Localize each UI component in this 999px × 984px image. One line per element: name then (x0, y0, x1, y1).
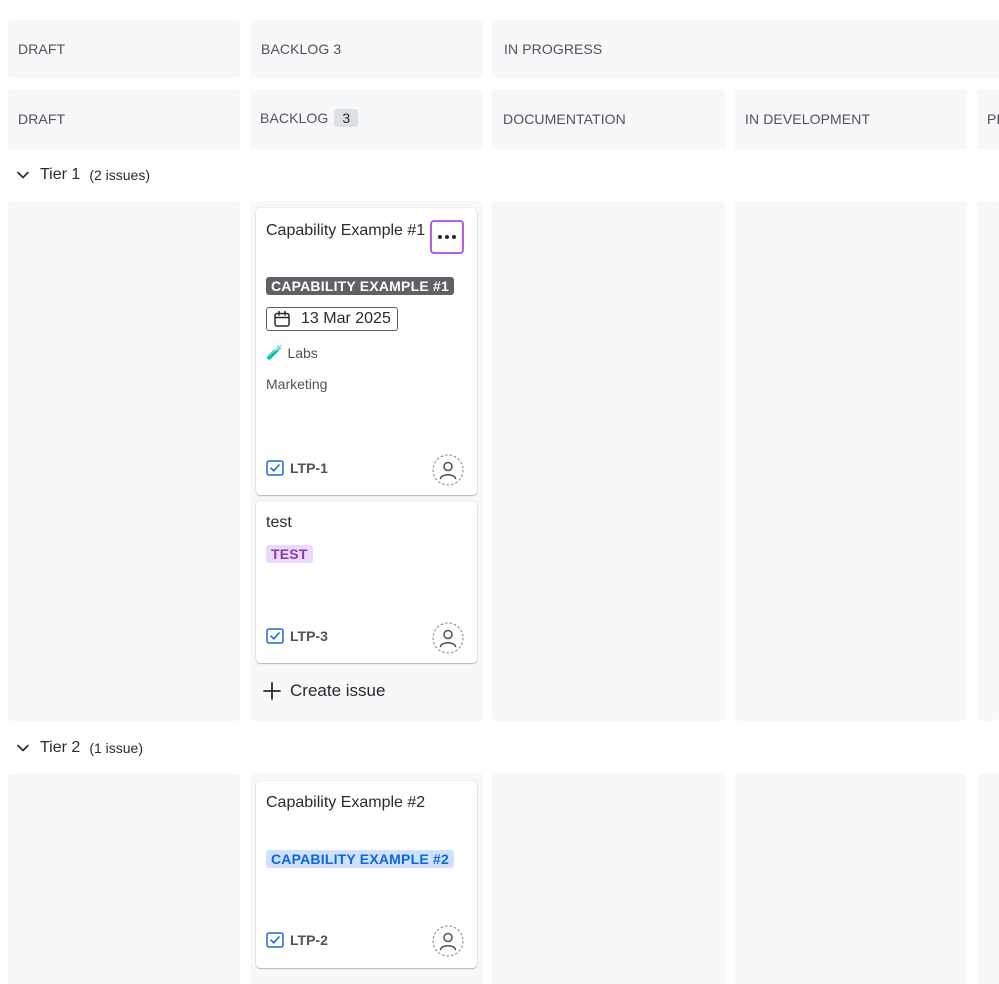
swimlane-cell-draft (8, 201, 240, 721)
issue-key[interactable]: LTP-2 (266, 932, 328, 948)
swimlane-count: (1 issue) (89, 740, 143, 756)
swimlane-cell-pe (977, 201, 999, 721)
task-icon (266, 932, 284, 948)
column-header-backlog-text: BACKLOG (260, 110, 329, 126)
column-header-documentation: DOCUMENTATION (492, 89, 725, 149)
unassigned-avatar-icon[interactable] (432, 925, 464, 957)
issue-key-text: LTP-1 (290, 460, 328, 476)
more-actions-button[interactable] (430, 220, 464, 254)
due-date-text: 13 Mar 2025 (301, 310, 391, 327)
swimlane-cell-in-development (735, 773, 967, 984)
chevron-down-icon (17, 171, 29, 179)
task-icon (266, 460, 284, 476)
team-field: 🧪 Labs (266, 344, 318, 361)
top-header-draft-label: DRAFT (18, 41, 66, 57)
issue-card[interactable]: test TEST LTP-3 (256, 501, 477, 663)
issue-count-badge: 3 (334, 109, 359, 127)
swimlane-header-tier-1[interactable]: Tier 1 (2 issues) (15, 165, 150, 185)
column-header-label: IN DEVELOPMENT (745, 111, 871, 127)
category-field: Marketing (266, 376, 328, 392)
top-header-in-progress: IN PROGRESS (492, 20, 999, 78)
top-header-backlog-label: BACKLOG 3 (261, 41, 342, 57)
swimlane-cell-draft (8, 773, 240, 984)
task-icon (266, 628, 284, 644)
column-header-label: DRAFT (18, 111, 66, 127)
card-title: test (266, 514, 292, 531)
column-header-label: PE (987, 111, 999, 127)
issue-key[interactable]: LTP-1 (266, 460, 328, 476)
column-header-label: DOCUMENTATION (503, 111, 626, 127)
issue-key-text: LTP-3 (290, 628, 328, 644)
column-header-pe: PE (977, 89, 999, 149)
swimlane-cell-in-development (735, 201, 967, 721)
card-title: Capability Example #1 (266, 222, 426, 239)
top-header-in-progress-label: IN PROGRESS (504, 41, 603, 57)
team-name: Labs (287, 344, 318, 361)
column-header-label: BACKLOG 3 (260, 109, 359, 127)
create-issue-button[interactable]: Create issue (262, 679, 385, 703)
swimlane-name: Tier 1 (40, 166, 81, 183)
issue-key-text: LTP-2 (290, 932, 328, 948)
create-issue-label: Create issue (290, 681, 386, 700)
issue-key[interactable]: LTP-3 (266, 628, 328, 644)
swimlane-name: Tier 2 (40, 739, 81, 756)
column-header-backlog: BACKLOG 3 (250, 89, 483, 149)
label-lozenge: TEST (266, 545, 313, 563)
swimlane-count: (2 issues) (89, 167, 150, 183)
label-lozenge: CAPABILITY EXAMPLE #2 (266, 850, 454, 868)
test-tube-icon: 🧪 (266, 344, 284, 360)
issue-card[interactable]: Capability Example #1 CAPABILITY EXAMPLE… (256, 208, 477, 495)
swimlane-cell-documentation (492, 201, 725, 721)
due-date: 13 Mar 2025 (266, 307, 398, 331)
swimlane-cell-documentation (492, 773, 725, 984)
calendar-icon (274, 310, 290, 327)
card-title: Capability Example #2 (266, 794, 426, 811)
unassigned-avatar-icon[interactable] (432, 622, 464, 654)
unassigned-avatar-icon[interactable] (432, 454, 464, 486)
column-header-draft: DRAFT (8, 89, 240, 149)
label-lozenge: CAPABILITY EXAMPLE #1 (266, 277, 454, 295)
column-header-in-development: IN DEVELOPMENT (735, 89, 967, 149)
issue-card[interactable]: Capability Example #2 CAPABILITY EXAMPLE… (256, 781, 477, 968)
swimlane-cell-pe (977, 773, 999, 984)
plus-icon (263, 682, 281, 700)
swimlane-header-tier-2[interactable]: Tier 2 (1 issue) (15, 738, 143, 758)
top-header-draft: DRAFT (8, 20, 240, 78)
more-icon (438, 235, 456, 239)
chevron-down-icon (17, 744, 29, 752)
top-header-backlog: BACKLOG 3 (250, 20, 483, 78)
